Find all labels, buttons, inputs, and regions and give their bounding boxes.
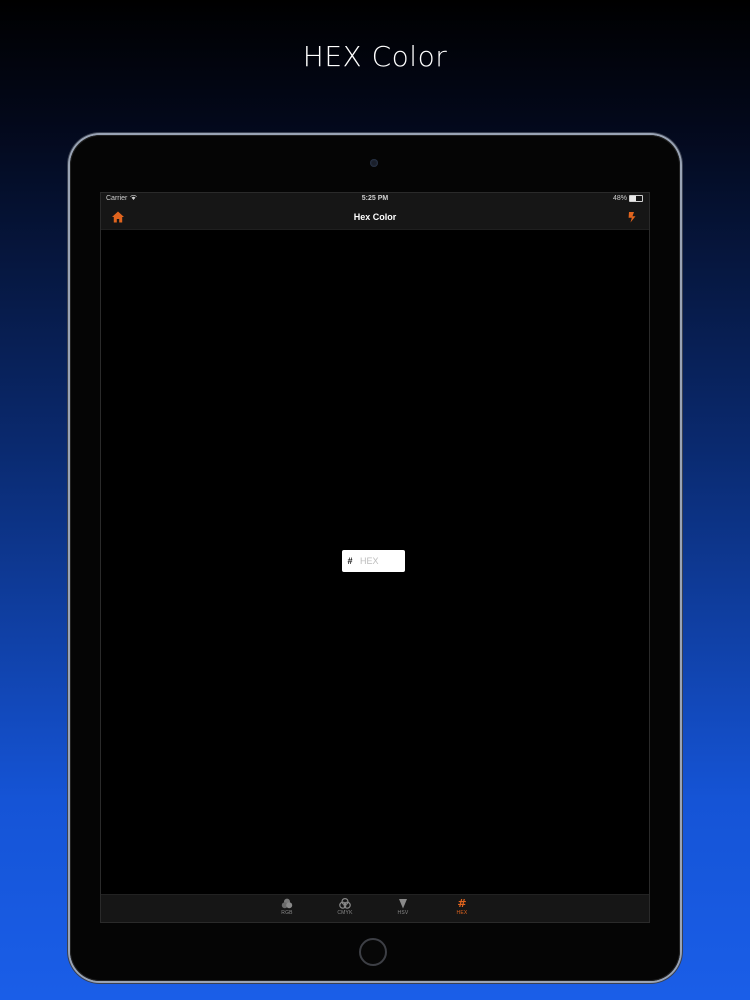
hsv-icon (388, 898, 418, 909)
hex-input-box[interactable]: # (342, 550, 405, 572)
battery-icon (629, 194, 643, 202)
status-battery: 48% (613, 193, 643, 205)
status-bar: Carrier 5:25 PM 48% (101, 193, 649, 205)
hardware-home-button[interactable] (359, 938, 387, 966)
front-camera (370, 159, 378, 167)
tab-label: HEX (456, 910, 468, 916)
hex-prefix: # (347, 556, 353, 566)
refresh-icon[interactable] (625, 210, 639, 224)
hex-icon: # (457, 897, 467, 910)
tab-rgb[interactable]: RGB (272, 898, 302, 916)
hex-input[interactable] (358, 551, 404, 571)
ipad-device: Carrier 5:25 PM 48% Hex Color # HEX RGB … (70, 135, 680, 981)
rgb-icon (272, 898, 302, 909)
page-headline: HEX Color (302, 40, 448, 73)
tab-hex[interactable]: # HEX (447, 898, 477, 916)
navigation-bar: Hex Color (101, 205, 649, 230)
tab-hsv[interactable]: HSV (388, 898, 418, 916)
tab-label: RGB (281, 910, 293, 916)
tab-bar: RGB CMYK HSV # HEX (101, 894, 649, 922)
battery-fill (630, 195, 636, 201)
status-time: 5:25 PM (361, 195, 389, 202)
nav-title: Hex Color (353, 212, 397, 222)
tab-label: CMYK (337, 910, 353, 916)
device-screen: Carrier 5:25 PM 48% Hex Color # HEX RGB … (100, 192, 650, 923)
tab-cmyk[interactable]: CMYK (330, 898, 360, 916)
cmyk-icon (330, 898, 360, 909)
tab-label: HSV (397, 910, 409, 916)
battery-percent: 48% (612, 195, 627, 202)
